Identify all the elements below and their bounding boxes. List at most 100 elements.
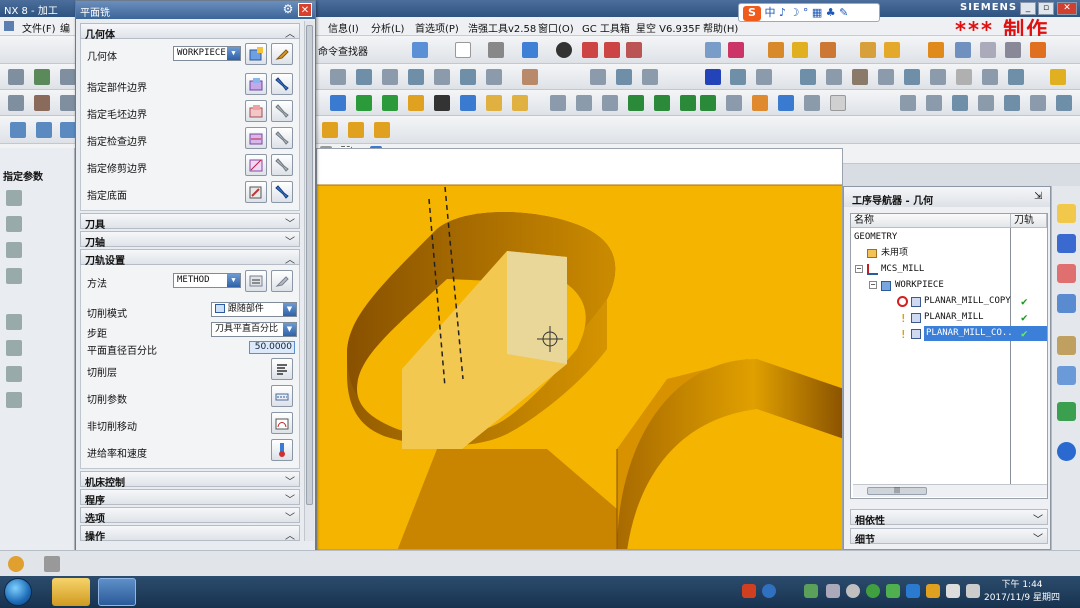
strip-icon[interactable] bbox=[6, 314, 22, 330]
ruler-icon[interactable] bbox=[860, 42, 876, 58]
select-blank-boundary-button[interactable] bbox=[245, 100, 267, 122]
new-method-button[interactable] bbox=[245, 270, 267, 292]
toolbar-icon[interactable] bbox=[700, 95, 716, 111]
start-button[interactable] bbox=[4, 578, 32, 606]
strip-icon[interactable] bbox=[6, 268, 22, 284]
toolbar-icon[interactable] bbox=[680, 95, 696, 111]
toolbar-icon[interactable] bbox=[778, 95, 794, 111]
toolbar-icon[interactable] bbox=[900, 95, 916, 111]
tool-3-icon[interactable] bbox=[980, 42, 996, 58]
tool-icon[interactable] bbox=[928, 42, 944, 58]
edit-method-button[interactable] bbox=[271, 270, 293, 292]
tray-icon[interactable] bbox=[886, 584, 900, 598]
feeds-speeds-button[interactable] bbox=[271, 439, 293, 461]
tree-horizontal-scrollbar[interactable]: ||| bbox=[853, 484, 1047, 497]
tree-row-operation[interactable]: ! PLANAR_MILL ✔ bbox=[851, 310, 1047, 325]
toolbar-icon[interactable] bbox=[642, 69, 658, 85]
toolbar-icon[interactable] bbox=[348, 122, 364, 138]
section-machine-control-header[interactable]: 机床控制 ﹀ bbox=[80, 471, 300, 489]
explorer-taskbar-icon[interactable] bbox=[52, 578, 90, 606]
display-trim-boundary-button[interactable] bbox=[271, 154, 293, 176]
collapse-icon[interactable]: − bbox=[855, 265, 863, 273]
display-check-boundary-button[interactable] bbox=[271, 127, 293, 149]
section-tool-axis-header[interactable]: 刀轴 ﹀ bbox=[80, 231, 300, 249]
command-finder[interactable]: 命令查找器 bbox=[318, 43, 368, 58]
toolbar-icon[interactable] bbox=[726, 95, 742, 111]
pin-icon[interactable]: ⇲ bbox=[1034, 191, 1042, 202]
tray-icon[interactable] bbox=[804, 584, 818, 598]
wand-icon[interactable] bbox=[792, 42, 808, 58]
select-part-boundary-button[interactable] bbox=[245, 73, 267, 95]
toolbar-icon[interactable] bbox=[978, 95, 994, 111]
toolbar-icon[interactable] bbox=[36, 122, 52, 138]
cut-levels-button[interactable] bbox=[271, 358, 293, 380]
tool-2-icon[interactable] bbox=[955, 42, 971, 58]
toolbar-icon[interactable] bbox=[460, 69, 476, 85]
toolbar-icon[interactable] bbox=[486, 95, 502, 111]
menu-window[interactable]: 窗口(O) bbox=[538, 20, 574, 35]
window-close-button[interactable]: ✕ bbox=[1057, 2, 1077, 15]
section-geometry-header[interactable]: 几何体 ︿ bbox=[80, 23, 300, 41]
toolbar-icon[interactable] bbox=[322, 122, 338, 138]
toolbar-icon[interactable] bbox=[512, 95, 528, 111]
toolbar-icon[interactable] bbox=[382, 95, 398, 111]
resource-tab-icon[interactable] bbox=[1057, 264, 1076, 283]
tray-icon[interactable] bbox=[906, 584, 920, 598]
tray-icon[interactable] bbox=[846, 584, 860, 598]
toolbar-icon[interactable] bbox=[852, 69, 868, 85]
display-part-boundary-button[interactable] bbox=[271, 73, 293, 95]
snap-icon[interactable] bbox=[768, 42, 784, 58]
graphics-viewport[interactable] bbox=[316, 148, 843, 550]
method-select[interactable]: METHOD ▼ bbox=[173, 273, 241, 288]
tree-row-geometry[interactable]: GEOMETRY bbox=[851, 230, 1047, 245]
toolbar-icon[interactable] bbox=[382, 69, 398, 85]
resource-tab-icon[interactable] bbox=[1057, 234, 1076, 253]
toolbar-icon[interactable] bbox=[616, 69, 632, 85]
dialog-close-button[interactable]: ✕ bbox=[298, 3, 312, 17]
section-program-header[interactable]: 程序 ﹀ bbox=[80, 489, 300, 507]
new-geometry-button[interactable] bbox=[245, 43, 267, 65]
strip-icon[interactable] bbox=[6, 190, 22, 206]
taskbar-clock[interactable]: 下午 1:44 2017/11/9 星期四 bbox=[982, 579, 1062, 605]
toolbar-icon[interactable] bbox=[10, 122, 26, 138]
edit-geometry-button[interactable] bbox=[271, 43, 293, 65]
tree-row-unused[interactable]: 未用项 bbox=[851, 246, 1047, 261]
toolbar-icon[interactable] bbox=[374, 122, 390, 138]
tree-row-operation-selected[interactable]: ! PLANAR_MILL_CO... ✔ bbox=[851, 326, 1047, 341]
menu-analysis[interactable]: 分析(L) bbox=[371, 20, 404, 35]
menu-help[interactable]: 帮助(H) bbox=[703, 20, 738, 35]
dialog-scrollbar[interactable] bbox=[304, 21, 314, 541]
toolbar-icon[interactable] bbox=[926, 95, 942, 111]
tray-icon[interactable] bbox=[762, 584, 776, 598]
toolbar-icon[interactable] bbox=[830, 95, 846, 111]
toolbar-icon[interactable] bbox=[522, 69, 538, 85]
scrollbar-thumb[interactable] bbox=[306, 25, 313, 505]
toolbar-icon[interactable] bbox=[576, 95, 592, 111]
toolbar-icon[interactable] bbox=[1056, 95, 1072, 111]
resource-tab-icon[interactable] bbox=[1057, 402, 1076, 421]
strip-icon[interactable] bbox=[6, 392, 22, 408]
toolbar-icon[interactable] bbox=[356, 95, 372, 111]
toolbar-icon[interactable] bbox=[904, 69, 920, 85]
toolbar-icon[interactable] bbox=[486, 69, 502, 85]
menu-info[interactable]: 信息(I) bbox=[328, 20, 359, 35]
toolbar-icon[interactable] bbox=[826, 69, 842, 85]
section-2-icon[interactable] bbox=[604, 42, 620, 58]
toolbar-icon[interactable] bbox=[408, 95, 424, 111]
tray-icon[interactable] bbox=[926, 584, 940, 598]
toolbar-icon[interactable] bbox=[330, 69, 346, 85]
toolbar-icon[interactable] bbox=[590, 69, 606, 85]
toolbar-icon[interactable] bbox=[804, 95, 820, 111]
cut-pattern-select[interactable]: 跟随部件 ▼ bbox=[211, 302, 297, 317]
resource-tab-icon[interactable] bbox=[1057, 294, 1076, 313]
section-actions-header[interactable]: 操作 ︿ bbox=[80, 525, 300, 543]
network-icon[interactable] bbox=[966, 584, 980, 598]
toolbar-icon[interactable] bbox=[1050, 69, 1066, 85]
resource-tab-icon[interactable] bbox=[1057, 204, 1076, 223]
display-blank-boundary-button[interactable] bbox=[271, 100, 293, 122]
tray-icon[interactable] bbox=[866, 584, 880, 598]
toolbar-icon[interactable] bbox=[34, 69, 50, 85]
scrollbar-thumb[interactable]: ||| bbox=[867, 487, 927, 495]
toolbar-icon[interactable] bbox=[752, 95, 768, 111]
non-cutting-moves-button[interactable] bbox=[271, 412, 293, 434]
